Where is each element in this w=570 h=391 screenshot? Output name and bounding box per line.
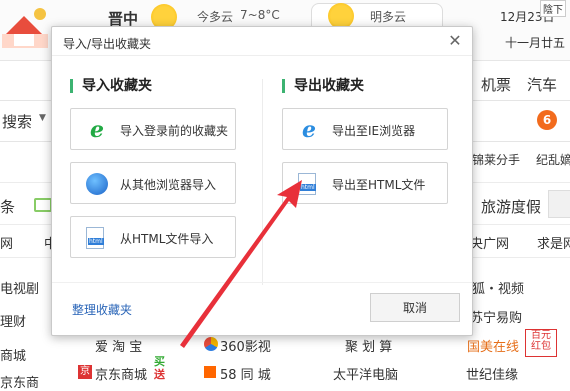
58-logo-icon bbox=[204, 366, 216, 378]
row-c-left[interactable]: 电视剧 bbox=[0, 278, 39, 297]
badge-line-2: 红包 bbox=[531, 341, 551, 352]
export-html-file-button[interactable]: html 导出至HTML文件 bbox=[282, 162, 448, 204]
import-section-heading: 导入收藏夹 bbox=[70, 79, 152, 93]
corner-tag[interactable]: 陰下 bbox=[540, 0, 566, 17]
360-video-icon bbox=[204, 337, 218, 351]
import-other-browser-button[interactable]: 从其他浏览器导入 bbox=[70, 162, 236, 204]
promo-line-1: 买 bbox=[154, 355, 165, 368]
import-before-login-button[interactable]: e 导入登录前的收藏夹 bbox=[70, 108, 236, 150]
row-b-item-1[interactable]: 网 bbox=[0, 233, 13, 252]
row-a-left[interactable]: 条 bbox=[0, 196, 15, 217]
globe-icon bbox=[86, 173, 108, 195]
hot-link-1[interactable]: 锦莱分手 bbox=[472, 151, 520, 168]
html-tag: html bbox=[88, 238, 104, 245]
row-f-item-3[interactable]: 太平洋电脑 bbox=[333, 364, 398, 383]
title-divider bbox=[52, 55, 472, 56]
button-label: 从其他浏览器导入 bbox=[120, 178, 217, 192]
button-label: 从HTML文件导入 bbox=[120, 232, 214, 246]
row-e-item-2[interactable]: 360影视 bbox=[220, 336, 271, 355]
export-section-heading: 导出收藏夹 bbox=[282, 79, 364, 93]
nav-car[interactable]: 汽车 bbox=[527, 74, 557, 95]
row-a-right[interactable]: 旅游度假 bbox=[481, 196, 541, 217]
header-illustration bbox=[0, 4, 50, 50]
html-file-icon: html bbox=[298, 173, 316, 195]
house-illustration-icon bbox=[2, 8, 48, 48]
row-b-item-4[interactable]: 求是网 bbox=[537, 233, 570, 252]
row-f-left[interactable]: 京东商 bbox=[0, 372, 39, 391]
html-file-icon: html bbox=[86, 227, 104, 249]
search-label[interactable]: 搜索 bbox=[2, 111, 32, 132]
row-e-left[interactable]: 商城 bbox=[0, 345, 26, 364]
right-tile bbox=[548, 190, 570, 218]
red-packet-badge[interactable]: 百元 红包 bbox=[525, 329, 557, 357]
badge-line-1: 百元 bbox=[531, 330, 551, 341]
promo-line-2: 送 bbox=[154, 368, 165, 381]
html-tag: html bbox=[300, 184, 316, 191]
promo-badge: 买 送 bbox=[154, 355, 180, 385]
row-e-item-3[interactable]: 聚 划 算 bbox=[345, 336, 392, 355]
dialog-title: 导入/导出收藏夹 bbox=[63, 37, 152, 51]
search-badge-icon[interactable]: 6 bbox=[537, 110, 557, 130]
nav-flights[interactable]: 机票 bbox=[481, 74, 511, 95]
row-f-item-2[interactable]: 58 同 城 bbox=[220, 364, 271, 383]
close-icon[interactable]: ✕ bbox=[447, 33, 463, 49]
jd-logo-icon: 京 bbox=[78, 365, 92, 379]
row-d-right[interactable]: 苏宁易购 bbox=[470, 307, 522, 326]
hot-link-2[interactable]: 纪乱嫡 bbox=[536, 151, 570, 168]
button-label: 导入登录前的收藏夹 bbox=[120, 124, 229, 138]
row-e-item-4[interactable]: 国美在线 bbox=[467, 336, 519, 355]
ie-green-icon: e bbox=[90, 117, 104, 143]
export-ie-button[interactable]: e 导出至IE浏览器 bbox=[282, 108, 448, 150]
row-f-item-4[interactable]: 世纪佳缘 bbox=[466, 364, 518, 383]
cancel-button[interactable]: 取消 bbox=[370, 293, 460, 322]
weather-today: 今多云 bbox=[197, 10, 234, 24]
row-f-item-1[interactable]: 京东商城 bbox=[95, 364, 147, 383]
button-label: 导出至HTML文件 bbox=[332, 178, 426, 192]
weather-tomorrow: 明多云 bbox=[370, 10, 407, 24]
footer-divider bbox=[52, 282, 472, 283]
weather-temp: 7~8°C bbox=[240, 8, 280, 22]
import-export-favorites-dialog: 导入/导出收藏夹 ✕ 导入收藏夹 导出收藏夹 e 导入登录前的收藏夹 从其他浏览… bbox=[51, 26, 473, 336]
button-label: 导出至IE浏览器 bbox=[332, 124, 416, 138]
row-d-left[interactable]: 理财 bbox=[0, 311, 26, 330]
tv-icon bbox=[34, 198, 52, 212]
row-e-item-1[interactable]: 爱 淘 宝 bbox=[95, 336, 142, 355]
row-b-item-3[interactable]: 央广网 bbox=[470, 233, 509, 252]
organize-favorites-link[interactable]: 整理收藏夹 bbox=[72, 301, 132, 318]
search-dropdown-icon[interactable]: ▼ bbox=[39, 113, 46, 123]
row-c-right[interactable]: 狐・视频 bbox=[472, 278, 524, 297]
section-divider bbox=[262, 79, 263, 285]
lunar-date: 十一月廿五 bbox=[505, 36, 566, 50]
ie-blue-icon: e bbox=[302, 117, 316, 143]
import-html-file-button[interactable]: html 从HTML文件导入 bbox=[70, 216, 236, 258]
